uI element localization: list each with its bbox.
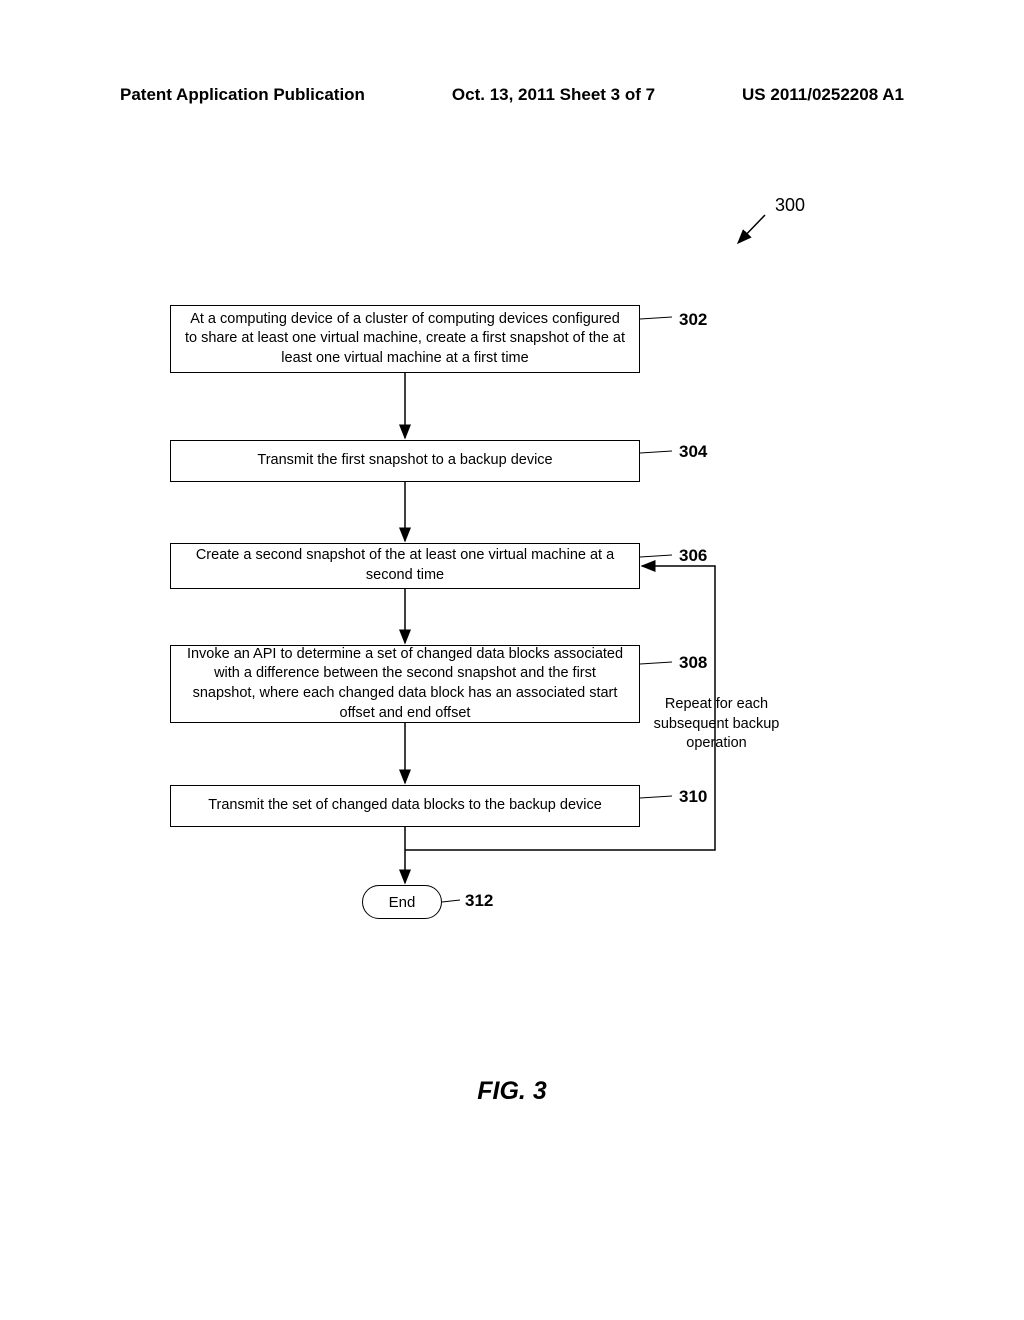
flowchart-step-302: At a computing device of a cluster of co… bbox=[170, 305, 640, 373]
header-publication-type: Patent Application Publication bbox=[120, 85, 365, 105]
flowchart-end: End bbox=[362, 885, 442, 919]
flowchart-step-310: Transmit the set of changed data blocks … bbox=[170, 785, 640, 827]
step-306-label: 306 bbox=[679, 546, 707, 566]
step-308-label: 308 bbox=[679, 653, 707, 673]
diagram-ref-number: 300 bbox=[775, 195, 805, 216]
figure-caption: FIG. 3 bbox=[0, 1077, 1024, 1106]
step-306-text: Create a second snapshot of the at least… bbox=[183, 546, 627, 585]
end-label: 312 bbox=[465, 891, 493, 911]
page-header: Patent Application Publication Oct. 13, … bbox=[0, 85, 1024, 105]
flowchart-step-306: Create a second snapshot of the at least… bbox=[170, 543, 640, 589]
header-date-sheet: Oct. 13, 2011 Sheet 3 of 7 bbox=[452, 85, 655, 105]
flowchart-step-304: Transmit the first snapshot to a backup … bbox=[170, 440, 640, 482]
step-304-label: 304 bbox=[679, 442, 707, 462]
step-304-text: Transmit the first snapshot to a backup … bbox=[257, 451, 552, 471]
step-310-label: 310 bbox=[679, 787, 707, 807]
end-text: End bbox=[389, 894, 416, 911]
header-publication-number: US 2011/0252208 A1 bbox=[742, 85, 904, 105]
flowchart-step-308: Invoke an API to determine a set of chan… bbox=[170, 645, 640, 723]
step-302-text: At a computing device of a cluster of co… bbox=[183, 310, 627, 369]
flowchart-diagram: 300 At a computing device of a cluster o… bbox=[0, 205, 1024, 955]
step-302-label: 302 bbox=[679, 310, 707, 330]
step-310-text: Transmit the set of changed data blocks … bbox=[208, 796, 602, 816]
repeat-loop-label: Repeat for each subsequent backup operat… bbox=[649, 695, 784, 754]
step-308-text: Invoke an API to determine a set of chan… bbox=[183, 645, 627, 723]
